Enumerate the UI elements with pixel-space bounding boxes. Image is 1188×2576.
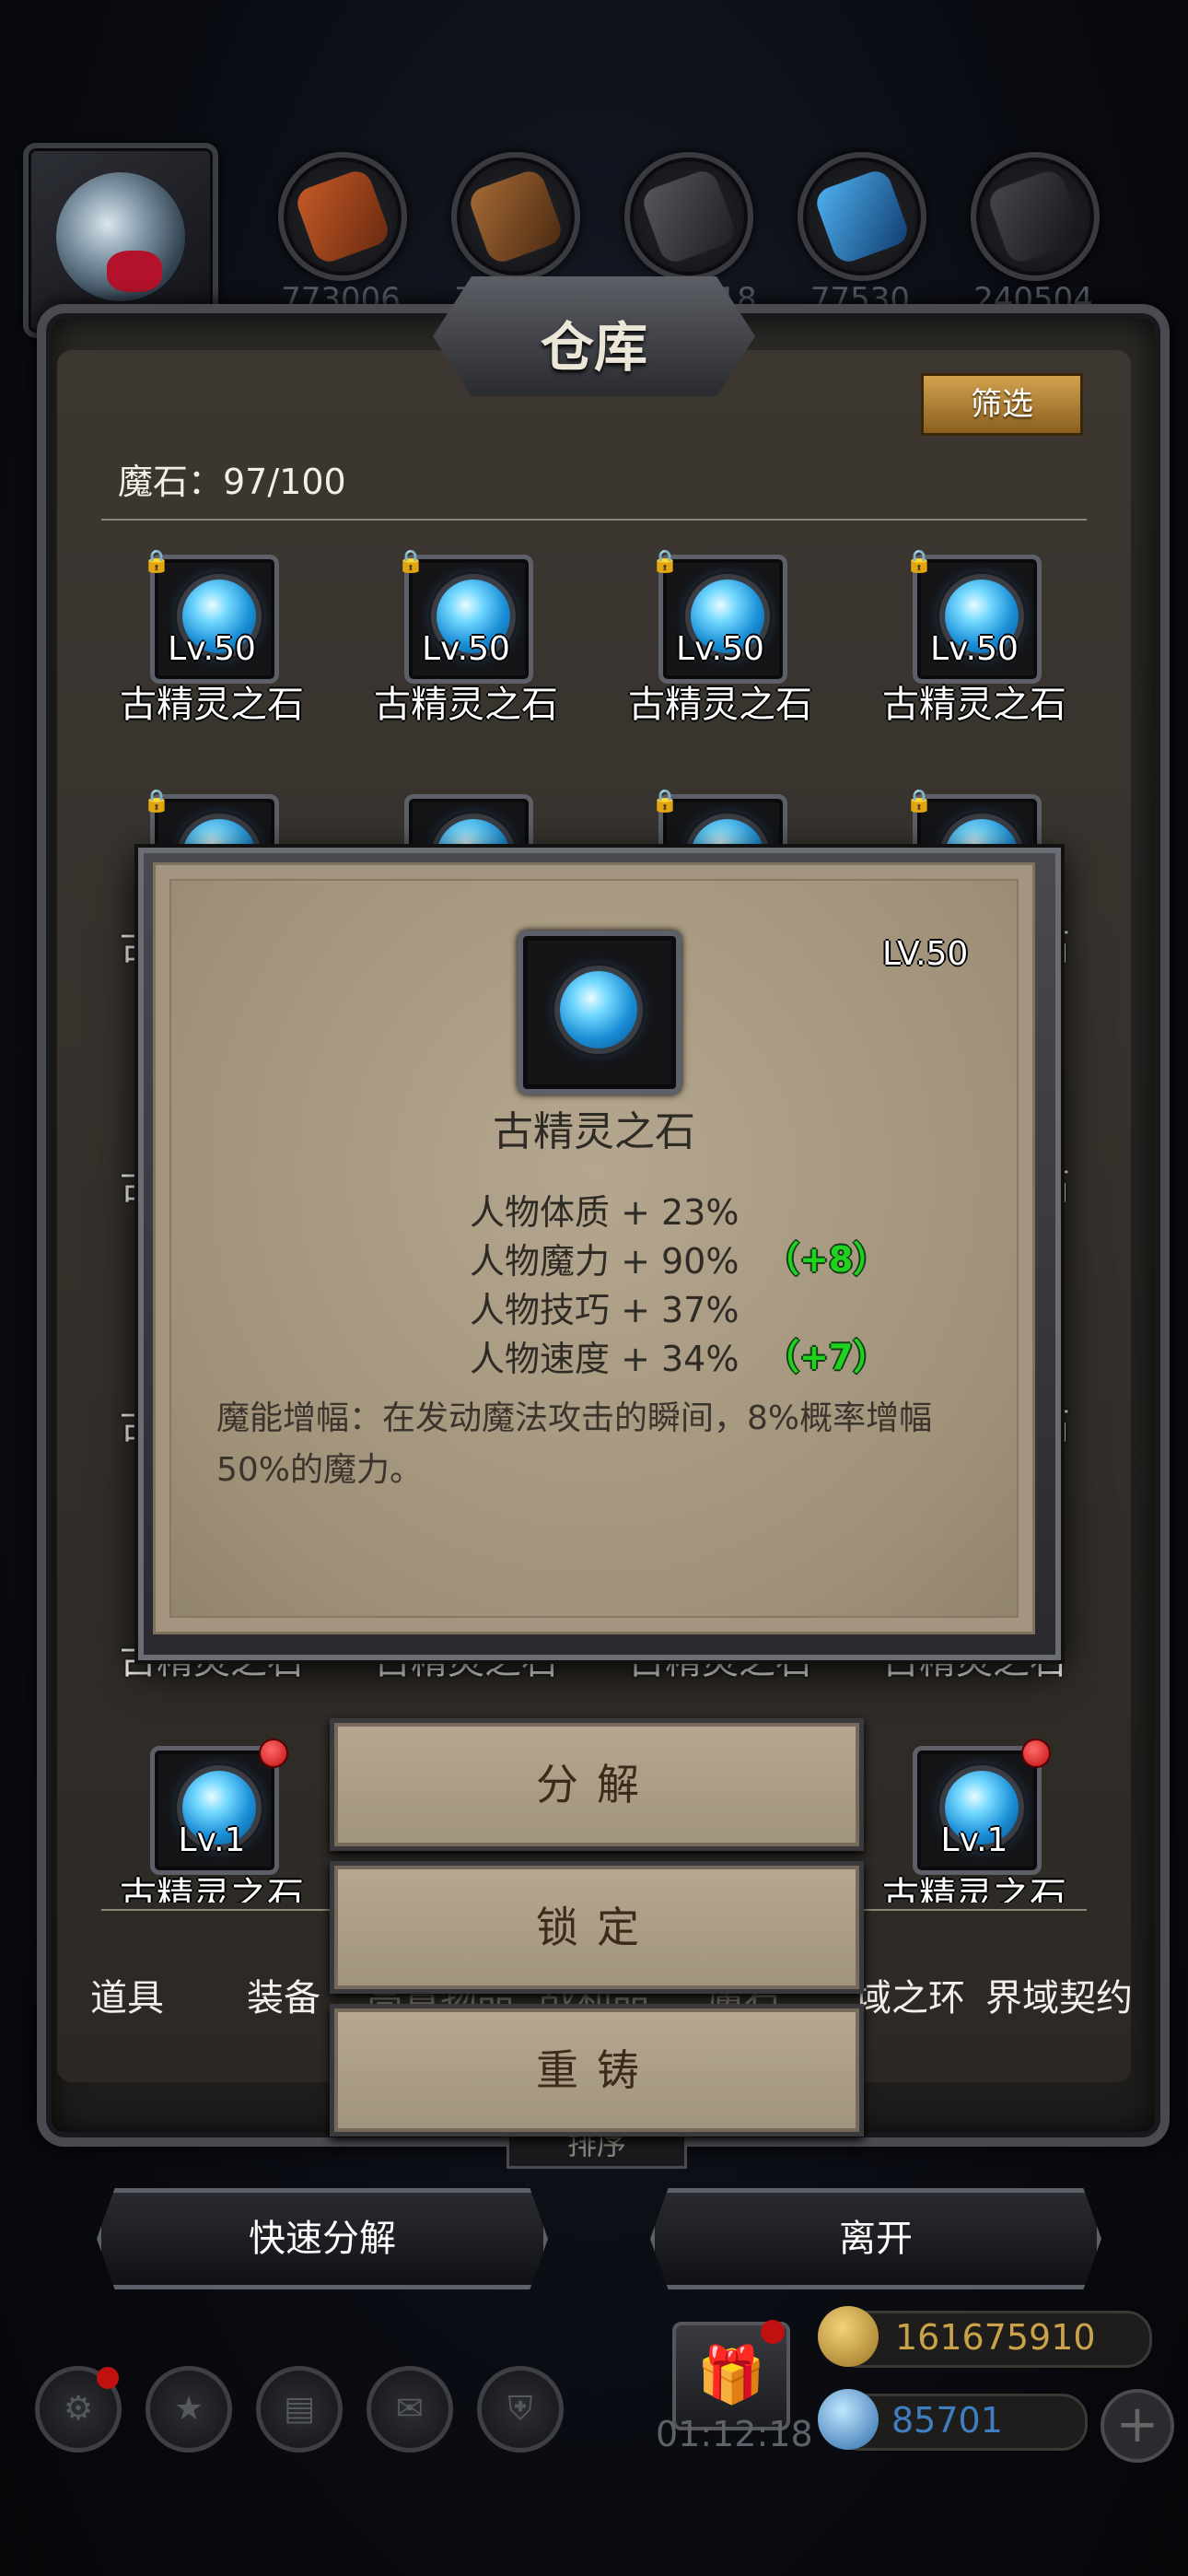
- item-level: Lv.1: [178, 1821, 246, 1859]
- skill-description: 魔能增幅：在发动魔法攻击的瞬间，8%概率增幅50%的魔力。: [216, 1399, 933, 1489]
- warehouse-title: 仓库: [540, 316, 647, 379]
- leave-button[interactable]: 离开: [650, 2188, 1101, 2289]
- item-slot[interactable]: Lv.1 古精灵之石: [120, 1739, 304, 1903]
- new-badge: [259, 1739, 288, 1768]
- iron-resource[interactable]: [624, 152, 753, 281]
- item-level: Lv.1: [940, 1821, 1008, 1859]
- item-level: Lv.50: [422, 630, 510, 668]
- new-badge: [1021, 1739, 1051, 1768]
- dragon-avatar-icon: [56, 172, 185, 301]
- lock-icon: 🔒: [397, 548, 425, 574]
- stat-speed-bonus: （+7）: [764, 1337, 889, 1377]
- item-name: 古精灵之石: [882, 684, 1066, 726]
- add-currency-button[interactable]: +: [1101, 2389, 1174, 2463]
- item-name: 古精灵之石: [628, 684, 812, 726]
- filter-button[interactable]: 筛选: [921, 373, 1083, 436]
- lock-icon: 🔒: [905, 788, 933, 814]
- mail-icon[interactable]: ✉: [367, 2366, 453, 2453]
- settings-icon[interactable]: ⚙: [35, 2366, 122, 2453]
- steel-icon: [985, 167, 1085, 266]
- notification-dot: [761, 2320, 785, 2344]
- gold-amount: 161675910: [895, 2317, 1096, 2358]
- gem-currency-icon: [818, 2389, 879, 2450]
- lock-icon: 🔒: [905, 548, 933, 574]
- lock-icon: 🔒: [143, 788, 170, 814]
- item-slot[interactable]: 🔒 Lv.50 古精灵之石: [120, 548, 304, 726]
- tab-domain-contract[interactable]: 界域契约: [985, 1968, 1133, 2021]
- stat-magic-bonus: （+8）: [764, 1239, 889, 1280]
- leather-icon: [293, 167, 392, 266]
- star-icon[interactable]: ★: [146, 2366, 232, 2453]
- item-slot[interactable]: 🔒 Lv.50 古精灵之石: [882, 548, 1066, 726]
- lock-icon: 🔒: [143, 548, 170, 574]
- gift-timer: 01:12:18: [656, 2414, 813, 2454]
- leather-resource[interactable]: [278, 152, 407, 281]
- item-slot[interactable]: Lv.1 古精灵之石: [882, 1739, 1066, 1903]
- stat-magic: 人物魔力 + 90%: [470, 1241, 740, 1282]
- crystal-icon: [812, 167, 912, 266]
- wood-icon: [466, 167, 565, 266]
- magic-stone-count: 魔石：97/100: [118, 462, 346, 502]
- scroll-icon[interactable]: ▤: [256, 2366, 343, 2453]
- detail-level: LV.50: [882, 935, 969, 973]
- item-level: Lv.50: [676, 630, 764, 668]
- lock-icon: 🔒: [651, 548, 679, 574]
- decompose-button[interactable]: 分解: [330, 1718, 864, 1851]
- item-name: 古精灵之石: [120, 684, 304, 726]
- divider-top: [101, 519, 1087, 521]
- detail-item-name: 古精灵之石: [493, 1108, 695, 1155]
- gold-coin-icon: [818, 2306, 879, 2367]
- item-slot[interactable]: 🔒 Lv.50 古精灵之石: [374, 548, 558, 726]
- quick-decompose-button[interactable]: 快速分解: [97, 2188, 548, 2289]
- item-name: 古精灵之石: [882, 1875, 1066, 1903]
- tab-domain-ring[interactable]: 域之环: [855, 1968, 965, 2021]
- item-level: Lv.50: [168, 630, 256, 668]
- tab-items[interactable]: 道具: [90, 1968, 164, 2021]
- item-level: Lv.50: [930, 630, 1019, 668]
- crystal-resource[interactable]: [798, 152, 926, 281]
- lock-button[interactable]: 锁定: [330, 1861, 864, 1994]
- steel-resource[interactable]: [971, 152, 1100, 281]
- item-name: 古精灵之石: [374, 684, 558, 726]
- stat-speed: 人物速度 + 34%: [470, 1339, 740, 1379]
- recast-button[interactable]: 重铸: [330, 2004, 864, 2137]
- stat-constitution: 人物体质 + 23%: [470, 1192, 740, 1233]
- detail-item-slot: [518, 931, 681, 1095]
- notification-dot: [97, 2367, 119, 2389]
- item-slot[interactable]: 🔒 Lv.50 古精灵之石: [628, 548, 812, 726]
- gem-amount: 85701: [891, 2400, 1003, 2441]
- tab-equipment[interactable]: 装备: [247, 1968, 320, 2021]
- wood-resource[interactable]: [451, 152, 580, 281]
- iron-icon: [639, 167, 739, 266]
- lock-icon: 🔒: [651, 788, 679, 814]
- magic-stone-icon: [560, 971, 637, 1048]
- item-name: 古精灵之石: [120, 1875, 304, 1903]
- gift-icon: 🎁: [696, 2343, 766, 2407]
- stat-skill: 人物技巧 + 37%: [470, 1290, 740, 1330]
- shield-icon[interactable]: ⛨: [477, 2366, 564, 2453]
